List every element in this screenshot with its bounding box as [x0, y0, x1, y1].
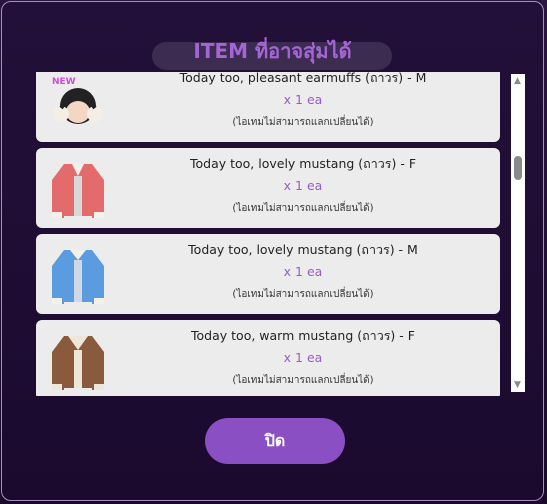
- item-name: Today too, lovely mustang (ถาวร) - M: [188, 242, 418, 257]
- list-item: Today too, lovely mustang (ถาวร) - M x 1…: [36, 234, 500, 314]
- item-qty: x 1 ea: [283, 92, 323, 107]
- item-qty: x 1 ea: [283, 264, 323, 279]
- item-pool-modal: ITEM ที่อาจสุ่มได้ NEW Today too, pleasa…: [1, 1, 544, 501]
- brown-jacket-icon: [52, 336, 104, 390]
- item-name: Today too, pleasant earmuffs (ถาวร) - M: [179, 72, 427, 85]
- list-item: NEW Today too, pleasant earmuffs (ถาวร) …: [36, 72, 500, 142]
- list-item: Today too, lovely mustang (ถาวร) - F x 1…: [36, 148, 500, 228]
- modal-title: ITEM ที่อาจสุ่มได้: [193, 39, 352, 63]
- list-item: Today too, warm mustang (ถาวร) - F x 1 e…: [36, 320, 500, 396]
- red-jacket-icon: [52, 164, 104, 218]
- item-qty: x 1 ea: [283, 350, 323, 365]
- item-note: (ไอเทมไม่สามารถแลกเปลี่ยนได้): [232, 289, 374, 300]
- blue-jacket-icon: [52, 250, 104, 304]
- close-button[interactable]: ปิด: [205, 418, 345, 464]
- scrollbar[interactable]: ▲ ▼: [511, 74, 525, 392]
- new-badge: NEW: [52, 77, 76, 87]
- item-list[interactable]: NEW Today too, pleasant earmuffs (ถาวร) …: [32, 72, 526, 396]
- item-note: (ไอเทมไม่สามารถแลกเปลี่ยนได้): [232, 203, 374, 214]
- item-note: (ไอเทมไม่สามารถแลกเปลี่ยนได้): [232, 117, 374, 128]
- item-name: Today too, lovely mustang (ถาวร) - F: [189, 156, 417, 171]
- item-name: Today too, warm mustang (ถาวร) - F: [191, 328, 415, 343]
- scroll-up-arrow-icon[interactable]: ▲: [514, 76, 521, 86]
- earmuffs-avatar-icon: NEW: [52, 77, 103, 124]
- scrollbar-thumb[interactable]: [514, 156, 522, 180]
- item-qty: x 1 ea: [283, 178, 323, 193]
- item-note: (ไอเทมไม่สามารถแลกเปลี่ยนได้): [232, 375, 374, 386]
- scroll-down-arrow-icon[interactable]: ▼: [514, 380, 521, 390]
